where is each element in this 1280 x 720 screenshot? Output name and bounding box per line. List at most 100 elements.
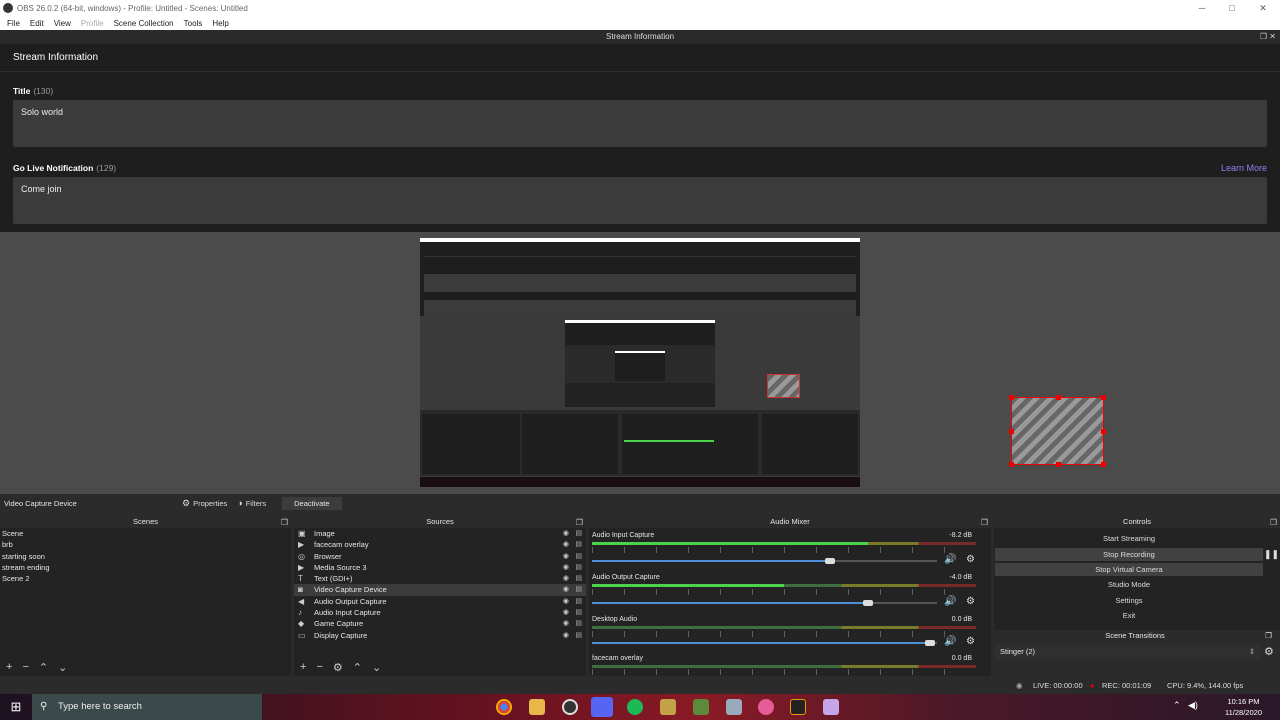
- gear-icon[interactable]: ⚙: [333, 661, 343, 674]
- deactivate-button[interactable]: Deactivate: [282, 496, 342, 510]
- app-icon[interactable]: [726, 699, 742, 715]
- source-item[interactable]: ▶ Media Source 3 ◉ ▤: [294, 562, 586, 573]
- app-icon[interactable]: [758, 699, 774, 715]
- notification-input[interactable]: Come join: [13, 177, 1267, 224]
- taskbar-clock[interactable]: 10:16 PM 11/28/2020: [1225, 696, 1262, 718]
- volume-knob[interactable]: [925, 640, 936, 646]
- remove-source-button[interactable]: −: [316, 661, 322, 673]
- properties-button[interactable]: ⚙ Properties: [182, 498, 227, 509]
- app-icon[interactable]: [790, 699, 806, 715]
- eye-icon[interactable]: ◉: [563, 562, 569, 573]
- menu-file[interactable]: File: [7, 19, 20, 28]
- move-up-icon[interactable]: ⌃: [353, 661, 362, 674]
- float-icon[interactable]: ❐: [981, 517, 988, 529]
- eye-icon[interactable]: ◉: [563, 630, 569, 641]
- lock-icon[interactable]: ▤: [575, 539, 582, 550]
- add-scene-button[interactable]: +: [6, 661, 12, 673]
- scene-item[interactable]: brb: [0, 539, 291, 550]
- move-up-icon[interactable]: ⌃: [39, 661, 48, 674]
- chevron-up-icon[interactable]: ⌃: [1173, 700, 1181, 711]
- lock-icon[interactable]: ▤: [575, 551, 582, 562]
- stop-recording-button[interactable]: Stop Recording: [995, 548, 1263, 561]
- lock-icon[interactable]: ▤: [575, 596, 582, 607]
- gear-icon[interactable]: ⚙: [966, 596, 975, 607]
- move-down-icon[interactable]: ⌄: [58, 661, 67, 674]
- volume-slider[interactable]: [592, 558, 937, 564]
- settings-button[interactable]: Settings: [995, 594, 1263, 607]
- lock-icon[interactable]: ▤: [575, 607, 582, 618]
- eye-icon[interactable]: ◉: [563, 551, 569, 562]
- menu-profile[interactable]: Profile: [81, 19, 104, 28]
- resize-handle-nw[interactable]: [1009, 395, 1014, 400]
- gear-icon[interactable]: ⚙: [1264, 645, 1274, 658]
- source-item[interactable]: ▣ Image ◉ ▤: [294, 528, 586, 539]
- resize-handle-sw[interactable]: [1009, 462, 1014, 467]
- preview-canvas[interactable]: [0, 232, 1280, 494]
- eye-icon[interactable]: ◉: [563, 607, 569, 618]
- maximize-button[interactable]: □: [1215, 0, 1249, 16]
- title-input[interactable]: Solo world: [13, 100, 1267, 147]
- source-item[interactable]: T Text (GDI+) ◉ ▤: [294, 573, 586, 584]
- gear-icon[interactable]: ⚙: [966, 636, 975, 647]
- obs-icon[interactable]: [562, 699, 578, 715]
- speaker-icon[interactable]: 🔊: [944, 636, 956, 647]
- volume-knob[interactable]: [825, 558, 836, 564]
- source-item[interactable]: ◎ Browser ◉ ▤: [294, 551, 586, 562]
- resize-handle-se[interactable]: [1101, 462, 1106, 467]
- eye-icon[interactable]: ◉: [563, 539, 569, 550]
- float-icon[interactable]: ❐: [1265, 630, 1272, 641]
- source-item[interactable]: ◆ Game Capture ◉ ▤: [294, 618, 586, 629]
- stop-virtual-camera-button[interactable]: Stop Virtual Camera: [995, 563, 1263, 576]
- close-window-button[interactable]: ✕: [1246, 0, 1280, 16]
- lock-icon[interactable]: ▤: [575, 573, 582, 584]
- resize-handle-s[interactable]: [1056, 462, 1061, 467]
- close-icon[interactable]: ✕: [1269, 32, 1276, 41]
- volume-knob[interactable]: [863, 600, 873, 606]
- start-streaming-button[interactable]: Start Streaming: [995, 532, 1263, 545]
- float-icon[interactable]: ❐: [1260, 32, 1267, 41]
- speaker-icon[interactable]: 🔊: [944, 596, 956, 607]
- file-explorer-icon[interactable]: [529, 699, 545, 715]
- move-down-icon[interactable]: ⌄: [372, 661, 381, 674]
- discord-icon[interactable]: [591, 697, 613, 717]
- eye-icon[interactable]: ◉: [563, 584, 569, 595]
- scene-item[interactable]: Scene: [0, 528, 291, 539]
- source-item[interactable]: ▶ facecam overlay ◉ ▤: [294, 539, 586, 550]
- source-item[interactable]: ◀ Audio Output Capture ◉ ▤: [294, 596, 586, 607]
- minimize-button[interactable]: ─: [1185, 0, 1219, 16]
- source-item[interactable]: ◙ Video Capture Device ◉ ▤: [294, 584, 586, 596]
- spotify-icon[interactable]: [627, 699, 643, 715]
- transition-select[interactable]: Stinger (2) ⇕: [995, 645, 1260, 659]
- source-item[interactable]: ♪ Audio Input Capture ◉ ▤: [294, 607, 586, 618]
- source-item[interactable]: ▭ Display Capture ◉ ▤: [294, 630, 586, 641]
- remove-scene-button[interactable]: −: [22, 661, 28, 673]
- resize-handle-w[interactable]: [1009, 429, 1014, 434]
- eye-icon[interactable]: ◉: [563, 596, 569, 607]
- windows-start-icon[interactable]: ⊞: [0, 694, 32, 720]
- studio-mode-button[interactable]: Studio Mode: [995, 578, 1263, 591]
- pause-recording-button[interactable]: ❚❚: [1264, 548, 1279, 561]
- exit-button[interactable]: Exit: [995, 609, 1263, 622]
- resize-handle-ne[interactable]: [1101, 395, 1106, 400]
- selected-video-capture-placeholder[interactable]: [1009, 395, 1106, 467]
- gear-icon[interactable]: ⚙: [966, 554, 975, 565]
- add-source-button[interactable]: +: [300, 661, 306, 673]
- scene-item[interactable]: starting soon: [0, 551, 291, 562]
- eye-icon[interactable]: ◉: [563, 573, 569, 584]
- eye-icon[interactable]: ◉: [563, 618, 569, 629]
- app-icon[interactable]: [660, 699, 676, 715]
- scene-item[interactable]: Scene 2: [0, 573, 291, 584]
- volume-icon[interactable]: ◀): [1188, 700, 1198, 711]
- minecraft-icon[interactable]: [693, 699, 709, 715]
- taskbar-search[interactable]: ⚲ Type here to search: [32, 694, 262, 720]
- float-icon[interactable]: ❐: [1270, 517, 1277, 529]
- menu-scene-collection[interactable]: Scene Collection: [114, 19, 174, 28]
- lock-icon[interactable]: ▤: [575, 562, 582, 573]
- lock-icon[interactable]: ▤: [575, 630, 582, 641]
- menu-help[interactable]: Help: [212, 19, 228, 28]
- scene-item[interactable]: stream ending: [0, 562, 291, 573]
- lock-icon[interactable]: ▤: [575, 528, 582, 539]
- volume-slider[interactable]: [592, 600, 937, 606]
- learn-more-link[interactable]: Learn More: [1221, 163, 1267, 173]
- chrome-icon[interactable]: [496, 699, 512, 715]
